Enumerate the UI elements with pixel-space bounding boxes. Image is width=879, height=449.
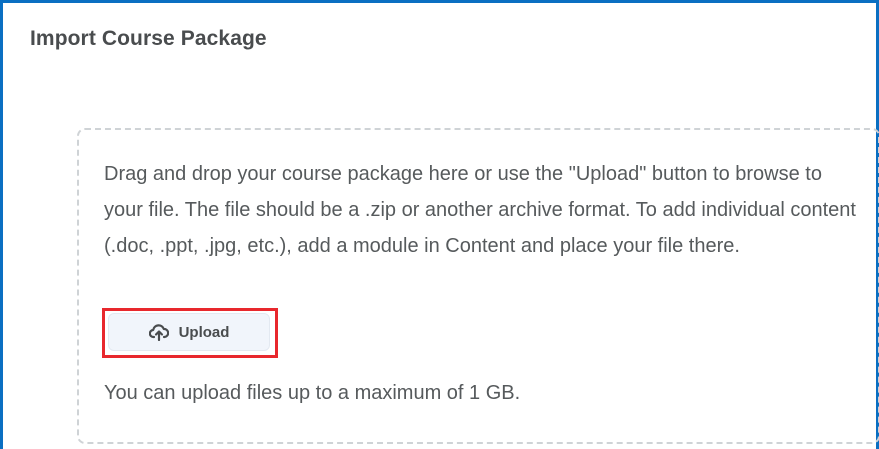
upload-button[interactable]: Upload bbox=[108, 313, 270, 351]
upload-button-label: Upload bbox=[178, 323, 230, 341]
cloud-upload-icon bbox=[148, 323, 169, 342]
drop-zone-instructions: Drag and drop your course package here o… bbox=[104, 163, 856, 257]
import-course-package-panel: Import Course Package Drag and drop your… bbox=[0, 0, 879, 449]
upload-size-limit-text: You can upload files up to a maximum of … bbox=[104, 382, 521, 404]
page-title: Import Course Package bbox=[30, 27, 267, 50]
